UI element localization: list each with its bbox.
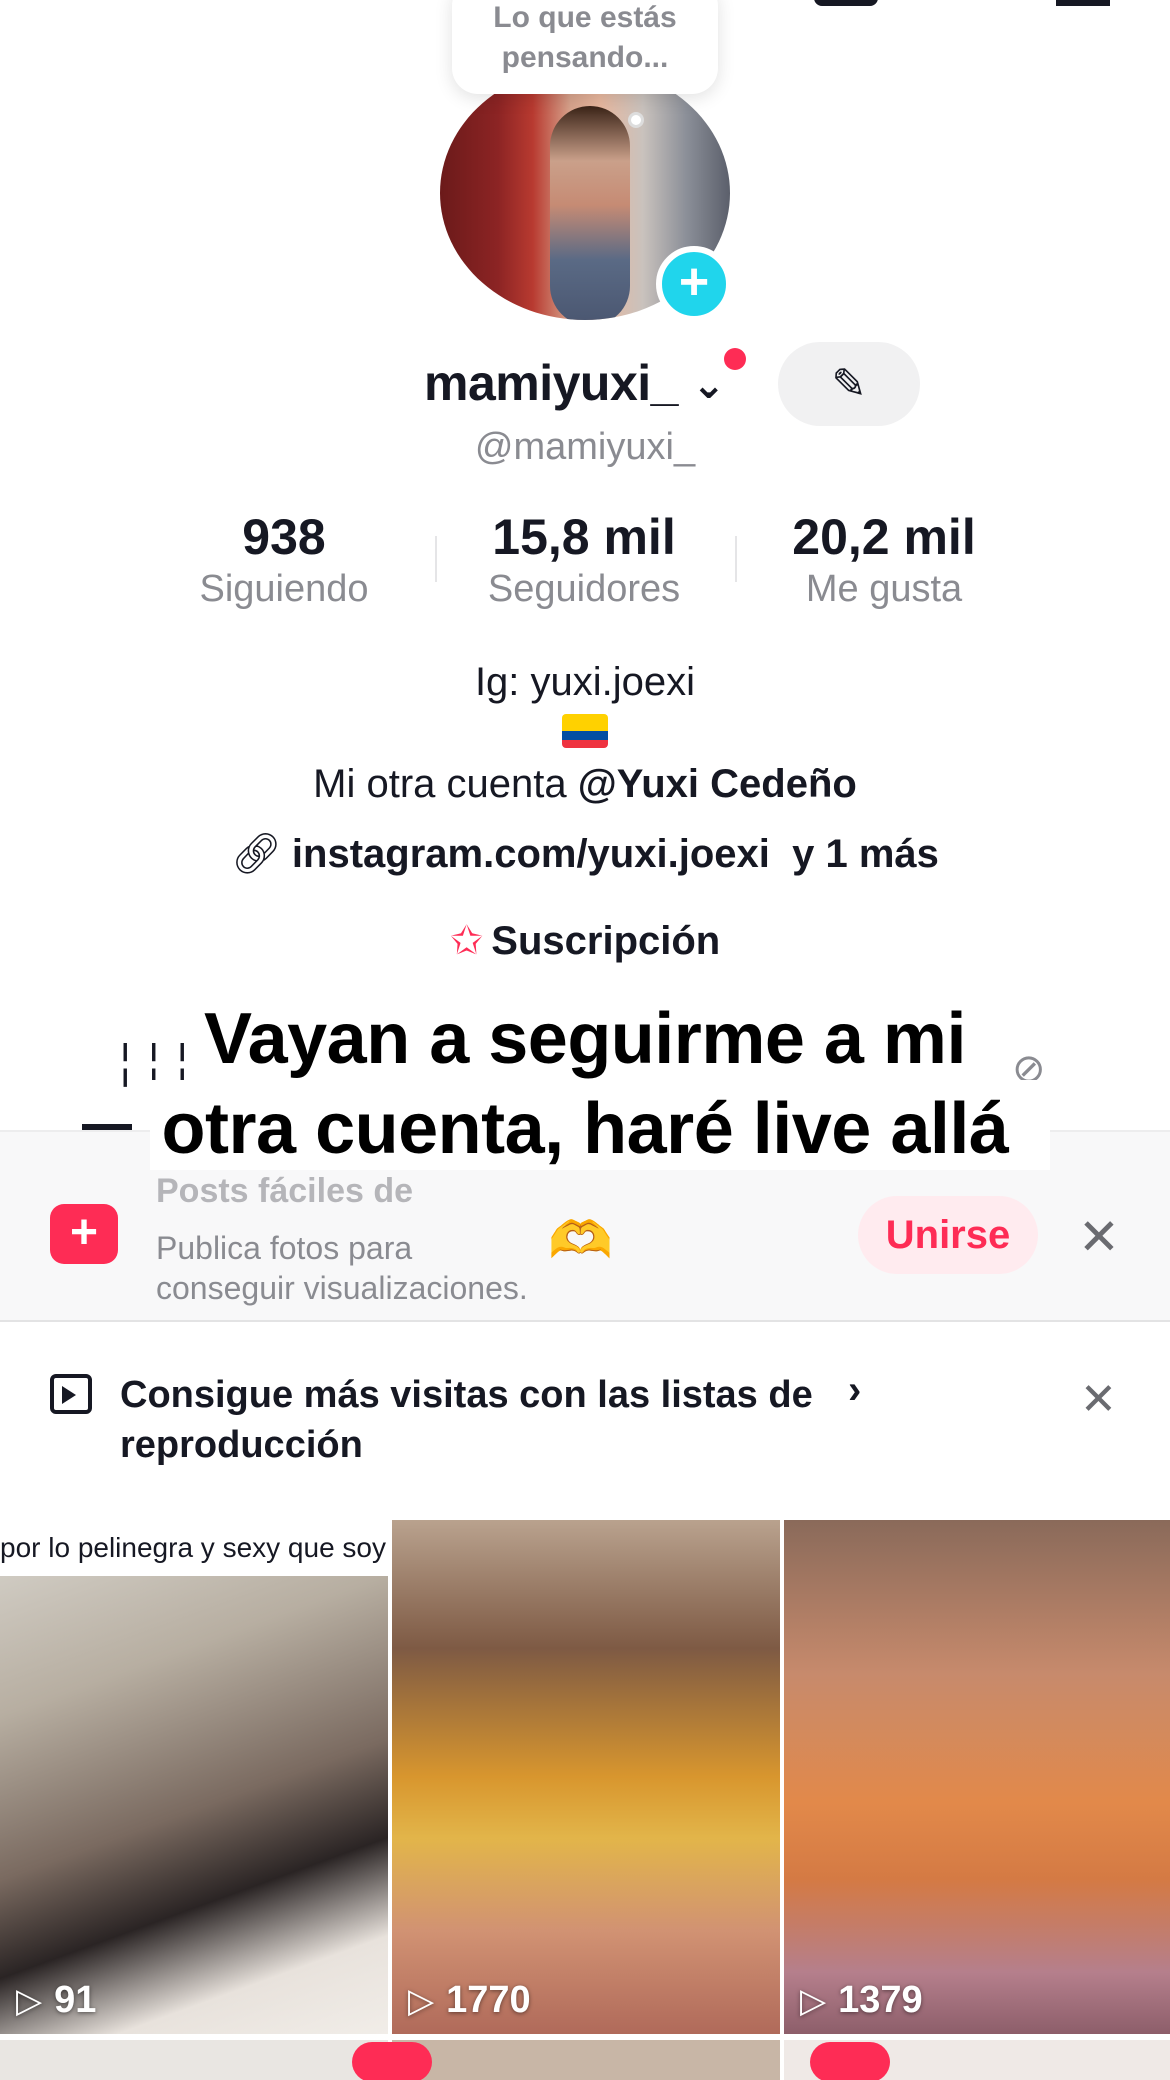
playlist-icon bbox=[50, 1374, 92, 1414]
star-icon: ✩ bbox=[449, 919, 484, 963]
badge-pill bbox=[352, 2042, 432, 2080]
video-tile[interactable] bbox=[0, 2040, 388, 2080]
stat-following-value: 938 bbox=[242, 509, 326, 565]
play-icon: ▷ bbox=[408, 1982, 435, 2020]
stat-followers[interactable]: 15,8 mil Seguidores bbox=[454, 508, 714, 611]
profile-page: Lo que estás pensando... + mamiyuxi_ ⌄ ✎… bbox=[0, 0, 1170, 2080]
badge-pill bbox=[810, 2042, 890, 2080]
stat-divider bbox=[735, 536, 737, 582]
profile-handle: @mamiyuxi_ bbox=[474, 426, 696, 468]
edit-profile-button[interactable]: ✎ bbox=[778, 342, 920, 426]
bio-line-other-account: Mi otra cuenta @Yuxi Cedeño bbox=[0, 762, 1170, 807]
bio-mention-link[interactable]: @Yuxi Cedeño bbox=[578, 762, 857, 806]
bio-link-more[interactable]: y 1 más bbox=[792, 832, 939, 876]
stat-followers-value: 15,8 mil bbox=[492, 509, 676, 565]
subscription-label: Suscripción bbox=[491, 919, 721, 963]
chevron-right-icon[interactable]: › bbox=[848, 1368, 861, 1413]
close-icon[interactable]: ✕ bbox=[1080, 1374, 1117, 1425]
play-icon: ▷ bbox=[800, 1982, 827, 2020]
thought-bubble-line1: Lo que estás bbox=[493, 1, 677, 34]
avatar-photo-figure bbox=[550, 106, 630, 320]
plus-square-icon: + bbox=[50, 1204, 118, 1264]
stat-likes-value: 20,2 mil bbox=[792, 509, 976, 565]
video-tile[interactable]: ▷ 1770 bbox=[392, 1520, 780, 2034]
profile-name[interactable]: mamiyuxi_ bbox=[424, 354, 678, 412]
thought-bubble-tail bbox=[628, 112, 644, 128]
video-tile[interactable]: ▷ 1379 bbox=[784, 1520, 1170, 2034]
pencil-icon: ✎ bbox=[831, 360, 867, 407]
close-icon[interactable]: ✕ bbox=[1078, 1208, 1120, 1266]
overlay-caption-line2: otra cuenta, haré live allá bbox=[161, 1089, 1009, 1169]
notification-dot bbox=[724, 348, 746, 370]
heart-hands-emoji: 🫶 bbox=[548, 1212, 613, 1270]
bio-link-row[interactable]: 🔗︎ instagram.com/yuxi.joexi y 1 más bbox=[0, 830, 1170, 877]
bio-link-text[interactable]: instagram.com/yuxi.joexi bbox=[292, 832, 770, 876]
join-button[interactable]: Unirse bbox=[858, 1196, 1038, 1274]
plus-icon[interactable]: + bbox=[656, 246, 732, 322]
overlay-caption-line1: Vayan a seguirme a mi bbox=[204, 999, 966, 1079]
playlist-banner-text: Consigue más visitas con las listas de r… bbox=[120, 1374, 813, 1466]
stat-likes[interactable]: 20,2 mil Me gusta bbox=[754, 508, 1014, 611]
stat-following-label: Siguiendo bbox=[199, 568, 369, 610]
bio-other-account-text: Mi otra cuenta bbox=[313, 762, 578, 806]
video-tile[interactable] bbox=[352, 2040, 780, 2080]
thought-bubble-line2: pensando... bbox=[501, 41, 669, 74]
view-count: ▷ 91 bbox=[16, 1979, 96, 2022]
view-count-value: 1379 bbox=[838, 1979, 923, 2021]
stat-divider bbox=[435, 536, 437, 582]
stat-followers-label: Seguidores bbox=[487, 568, 681, 610]
play-icon: ▷ bbox=[16, 1982, 43, 2020]
view-count: ▷ 1770 bbox=[408, 1979, 531, 2022]
ecuador-flag-icon bbox=[562, 714, 608, 748]
top-bar-icon[interactable] bbox=[814, 0, 878, 6]
menu-icon[interactable] bbox=[1056, 0, 1110, 6]
link-icon: 🔗︎ bbox=[231, 832, 282, 876]
stat-following[interactable]: 938 Siguiendo bbox=[154, 508, 414, 611]
playlist-banner[interactable]: Consigue más visitas con las listas de r… bbox=[0, 1324, 1170, 1518]
video-caption: por lo pelinegra y sexy que soy bbox=[0, 1520, 388, 1576]
subscription-row[interactable]: ✩ Suscripción bbox=[0, 918, 1170, 964]
overlay-caption: Vayan a seguirme a mi otra cuenta, haré … bbox=[0, 994, 1170, 1174]
view-count: ▷ 1379 bbox=[800, 1979, 923, 2022]
view-count-value: 91 bbox=[54, 1979, 97, 2021]
chevron-down-icon[interactable]: ⌄ bbox=[692, 362, 726, 408]
stat-likes-label: Me gusta bbox=[805, 568, 963, 610]
bio-line-instagram: Ig: yuxi.joexi bbox=[474, 660, 696, 704]
video-tile[interactable] bbox=[784, 2040, 1170, 2080]
video-grid: por lo pelinegra y sexy que soy ▷ 91 ▷ 177… bbox=[0, 1520, 1170, 2080]
promo-banner-description: Publica fotos para conseguir visualizaci… bbox=[156, 1230, 528, 1306]
promo-banner-title: Posts fáciles de bbox=[156, 1172, 414, 1210]
thought-bubble[interactable]: Lo que estás pensando... bbox=[452, 0, 718, 94]
video-tile[interactable]: por lo pelinegra y sexy que soy ▷ 91 bbox=[0, 1520, 388, 2034]
view-count-value: 1770 bbox=[446, 1979, 531, 2021]
